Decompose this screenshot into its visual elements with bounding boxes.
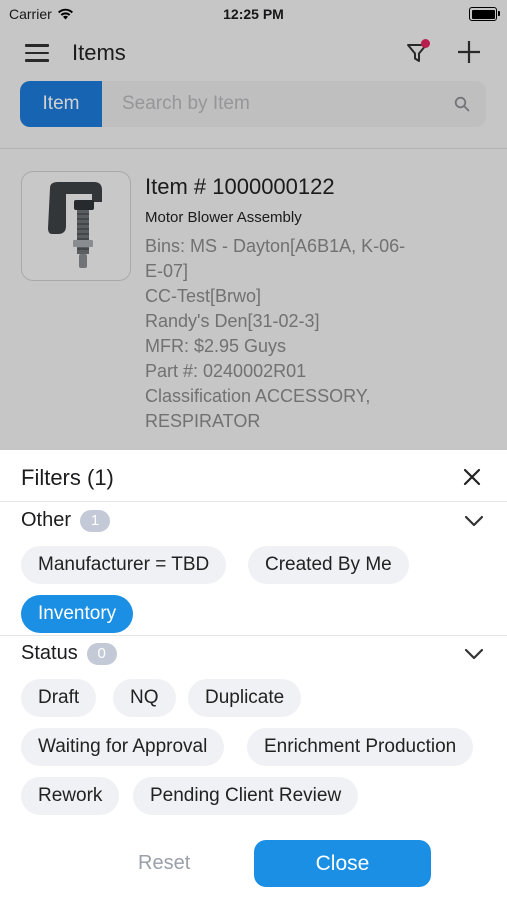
count-badge: 0 [86,642,117,665]
filter-chip-inventory[interactable]: Inventory [21,595,134,633]
close-button[interactable]: Close [254,840,431,887]
filter-chip-enrichment-production[interactable]: Enrichment Production [247,728,474,766]
close-icon[interactable] [462,467,482,487]
filter-chip-manufacturer[interactable]: Manufacturer = TBD [21,546,227,584]
filters-sheet: Filters (1) Other 1 Manufacturer = TBD C… [0,450,507,900]
filter-chip-draft[interactable]: Draft [21,679,97,717]
chevron-down-icon[interactable] [464,514,484,528]
section-header-other[interactable]: Other 1 [21,509,111,532]
filter-chip-rework[interactable]: Rework [21,777,120,815]
divider [0,501,507,502]
section-header-status[interactable]: Status 0 [21,642,117,665]
filter-chip-nq[interactable]: NQ [113,679,176,717]
count-badge: 1 [80,509,111,532]
filter-chip-created-by-me[interactable]: Created By Me [248,546,409,584]
chevron-down-icon[interactable] [464,647,484,661]
modal-backdrop[interactable] [0,0,507,450]
filter-chip-pending-client-review[interactable]: Pending Client Review [133,777,359,815]
divider [0,635,507,636]
filter-chip-duplicate[interactable]: Duplicate [188,679,302,717]
filters-title: Filters (1) [21,465,114,490]
section-label: Other [21,509,72,531]
reset-button[interactable]: Reset [138,852,190,875]
section-label: Status [21,642,78,664]
filter-chip-waiting-for-approval[interactable]: Waiting for Approval [21,728,225,766]
